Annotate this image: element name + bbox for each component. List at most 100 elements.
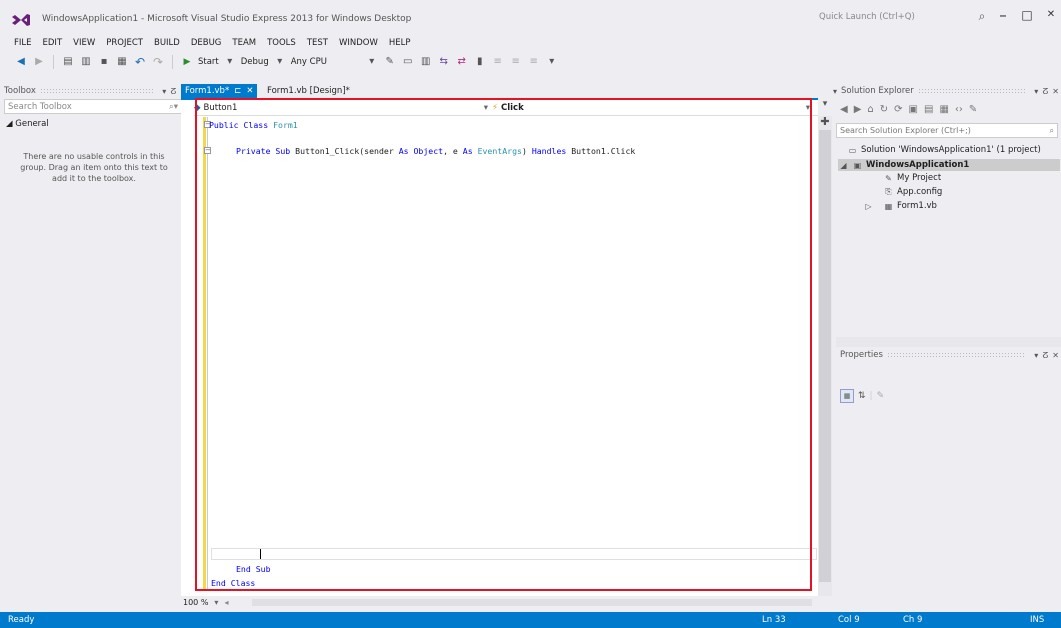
menu-edit[interactable]: EDIT	[43, 38, 63, 48]
tree-item-solution[interactable]: ▭ Solution 'WindowsApplication1' (1 proj…	[847, 145, 1041, 155]
maximize-icon[interactable]: □	[1016, 6, 1038, 24]
menu-bar: FILE EDIT VIEW PROJECT BUILD DEBUG TEAM …	[14, 36, 422, 50]
bookmark-icon[interactable]: ⇆	[437, 55, 451, 69]
toolbox-search-input[interactable]: Search Toolbox ⌕▾	[4, 99, 183, 114]
menu-test[interactable]: TEST	[307, 38, 328, 48]
collapse-icon[interactable]: −	[204, 147, 211, 154]
open-file-icon[interactable]: ▥	[79, 55, 93, 69]
toolbox-group-general[interactable]: ◢ General	[6, 119, 49, 129]
menu-view[interactable]: VIEW	[73, 38, 95, 48]
redo-icon[interactable]: ↷	[151, 55, 165, 69]
close-icon[interactable]: ✕	[1052, 87, 1059, 96]
platform-dropdown[interactable]: Any CPU	[291, 57, 361, 67]
back-icon[interactable]: ◀	[840, 104, 848, 115]
start-icon[interactable]: ▶	[180, 55, 194, 69]
overflow-icon[interactable]: ▾	[545, 55, 559, 69]
chevron-down-icon[interactable]: ▾	[1034, 87, 1038, 96]
configuration-dropdown[interactable]: Debug	[241, 57, 269, 67]
chevron-down-icon[interactable]: ▾	[273, 55, 287, 69]
minimize-icon[interactable]: –	[992, 6, 1014, 24]
menu-help[interactable]: HELP	[389, 38, 411, 48]
split-window-icon[interactable]: ✚	[818, 116, 832, 128]
start-button[interactable]: Start	[198, 57, 219, 67]
tree-item-form1[interactable]: ▷ ▦ Form1.vb	[863, 201, 937, 211]
close-icon[interactable]: ✕	[246, 86, 253, 96]
scrollbar-thumb[interactable]	[819, 130, 831, 582]
comment-icon[interactable]: ≡	[491, 55, 505, 69]
solution-configs-icon[interactable]: ▭	[401, 55, 415, 69]
menu-file[interactable]: FILE	[14, 38, 32, 48]
forward-icon[interactable]: ▶	[32, 55, 46, 69]
chevron-down-icon[interactable]: ▾	[818, 99, 832, 113]
method-name-dropdown[interactable]: ⚡ Click ▾	[492, 102, 810, 114]
show-all-files-icon[interactable]: ▤	[924, 104, 933, 115]
grip[interactable]	[886, 352, 1027, 358]
chevron-down-icon[interactable]: ▾	[223, 55, 237, 69]
class-name-dropdown[interactable]: ◆ Button1 ▾	[194, 102, 488, 114]
menu-project[interactable]: PROJECT	[106, 38, 143, 48]
menu-debug[interactable]: DEBUG	[191, 38, 222, 48]
tab-form1-design[interactable]: Form1.vb [Design]*	[265, 84, 350, 98]
expand-arrow-icon[interactable]: ▷	[863, 202, 874, 211]
forward-icon[interactable]: ▶	[854, 104, 862, 115]
event-icon: ⚡	[492, 103, 498, 113]
search-icon[interactable]: ⌕▾	[169, 102, 178, 112]
menu-build[interactable]: BUILD	[154, 38, 180, 48]
chevron-down-icon[interactable]: ▾	[833, 87, 837, 96]
property-pages-icon[interactable]: ✎	[877, 391, 885, 401]
pin-icon[interactable]: ⵒ	[1042, 87, 1048, 96]
quick-launch-input[interactable]: Quick Launch (Ctrl+Q)	[814, 8, 972, 26]
pin-icon[interactable]: ⵒ	[1042, 351, 1048, 360]
pin-icon[interactable]: ⊏	[234, 86, 241, 96]
stop-icon[interactable]: ▮	[473, 55, 487, 69]
breakpoint-icon[interactable]: ⇄	[455, 55, 469, 69]
properties-icon[interactable]: ▦	[939, 104, 948, 115]
grip[interactable]	[39, 88, 155, 94]
view-code-icon[interactable]: ‹›	[955, 104, 963, 115]
toggle-icon[interactable]: ▥	[419, 55, 433, 69]
back-icon[interactable]: ◀	[14, 55, 28, 69]
close-icon[interactable]: ✕	[1040, 6, 1061, 24]
close-icon[interactable]: ✕	[1052, 351, 1059, 360]
categorized-icon[interactable]: ▦	[840, 389, 854, 403]
code-editor[interactable]	[181, 98, 818, 596]
refresh-icon[interactable]: ⟳	[894, 104, 902, 115]
scroll-left-icon[interactable]: ◂	[224, 598, 228, 607]
collapse-all-icon[interactable]: ▣	[909, 104, 918, 115]
status-line: Ln 33	[762, 615, 786, 625]
alphabetical-icon[interactable]: ⇅	[858, 391, 866, 401]
menu-window[interactable]: WINDOW	[339, 38, 378, 48]
horizontal-scrollbar[interactable]	[252, 599, 812, 606]
expand-arrow-icon[interactable]: ◢	[838, 161, 849, 170]
zoom-level[interactable]: 100 %	[183, 598, 208, 607]
grip[interactable]	[917, 88, 1027, 94]
menu-team[interactable]: TEAM	[232, 38, 256, 48]
tree-item-my-project[interactable]: ✎ My Project	[883, 173, 941, 183]
tab-form1-vb[interactable]: Form1.vb* ⊏ ✕	[181, 84, 258, 98]
chevron-down-icon[interactable]: ▾	[162, 87, 166, 96]
tree-item-project[interactable]: ◢ ▣ WindowsApplication1	[838, 159, 1060, 171]
chevron-down-icon[interactable]: ▾	[1034, 351, 1038, 360]
save-all-icon[interactable]: ▦	[115, 55, 129, 69]
sync-icon[interactable]: ↻	[880, 104, 888, 115]
indent-icon[interactable]: ≡	[527, 55, 541, 69]
pin-icon[interactable]: ⵒ	[170, 87, 176, 96]
change-tracking-margin	[203, 117, 206, 590]
wrench-icon[interactable]: ✎	[969, 104, 977, 115]
menu-tools[interactable]: TOOLS	[267, 38, 296, 48]
search-icon[interactable]: ⌕	[1050, 126, 1054, 136]
save-icon[interactable]: ▪	[97, 55, 111, 69]
panel-splitter[interactable]	[836, 337, 1061, 347]
find-icon[interactable]: ✎	[383, 55, 397, 69]
undo-icon[interactable]: ↶	[133, 55, 147, 69]
solution-explorer-search-input[interactable]: Search Solution Explorer (Ctrl+;) ⌕	[836, 123, 1058, 138]
uncomment-icon[interactable]: ≡	[509, 55, 523, 69]
tree-item-app-config[interactable]: ⎘ App.config	[883, 187, 942, 197]
search-icon[interactable]: ⌕	[974, 8, 990, 24]
chevron-down-icon[interactable]: ▾	[214, 598, 218, 607]
code-keyword: As	[462, 146, 473, 156]
toolbox-empty-message: There are no usable controls in this gro…	[20, 152, 168, 183]
new-project-icon[interactable]: ▤	[61, 55, 75, 69]
chevron-down-icon[interactable]: ▾	[365, 55, 379, 69]
home-icon[interactable]: ⌂	[867, 104, 873, 115]
